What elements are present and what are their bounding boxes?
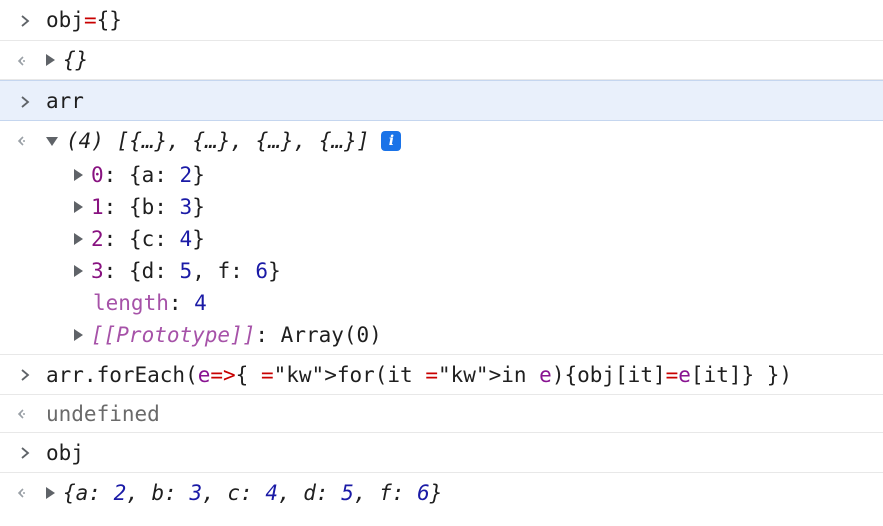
input-code: arr.forEach(e=>{ ="kw">for(it ="kw">in e… — [46, 362, 793, 387]
return-arrow-icon — [14, 41, 36, 80]
chevron-right-icon — [14, 433, 36, 473]
console-output-group: (4) [{…}, {…}, {…}, {…}] i 0: {a: 2} 1: … — [0, 121, 883, 355]
output-object[interactable]: {a: 2, b: 3, c: 4, d: 5, f: 6} — [63, 481, 442, 505]
console-output-row: {} — [0, 41, 883, 80]
return-arrow-icon — [14, 395, 36, 433]
chevron-right-icon — [14, 355, 36, 395]
triangle-right-icon[interactable] — [74, 169, 83, 181]
console-output-row: {a: 2, b: 3, c: 4, d: 5, f: 6} — [0, 473, 883, 513]
array-length: length: 4 — [93, 291, 207, 315]
input-code: obj={} — [46, 8, 122, 32]
console-panel: obj={} {} arr (4) [{…}, {…}, {…}, {…}] i… — [0, 0, 883, 513]
info-icon[interactable]: i — [381, 131, 402, 151]
item-value: {b: 3} — [128, 195, 205, 219]
input-code: obj — [46, 440, 84, 465]
chevron-right-icon — [14, 81, 36, 122]
output-undefined: undefined — [46, 401, 160, 426]
array-summary: (4) [{…}, {…}, {…}, {…}] — [66, 129, 370, 153]
array-item-2[interactable]: 2: {c: 4} — [0, 223, 883, 255]
triangle-right-icon[interactable] — [74, 329, 83, 341]
array-item-1[interactable]: 1: {b: 3} — [0, 191, 883, 223]
triangle-right-icon[interactable] — [46, 54, 55, 66]
triangle-right-icon[interactable] — [74, 233, 83, 245]
array-item-3[interactable]: 3: {d: 5, f: 6} — [0, 255, 883, 287]
triangle-right-icon[interactable] — [74, 201, 83, 213]
chevron-right-icon — [14, 0, 36, 41]
output-object[interactable]: {} — [63, 48, 88, 72]
console-input-row[interactable]: obj={} — [0, 0, 883, 41]
item-value: {a: 2} — [128, 163, 205, 187]
array-summary-row[interactable]: (4) [{…}, {…}, {…}, {…}] i — [0, 123, 883, 159]
input-code: arr — [46, 88, 84, 113]
triangle-down-icon[interactable] — [46, 136, 58, 146]
item-value: {d: 5, f: 6} — [128, 259, 281, 283]
triangle-right-icon[interactable] — [46, 487, 55, 499]
array-item-0[interactable]: 0: {a: 2} — [0, 159, 883, 191]
console-output-row: undefined — [0, 395, 883, 433]
console-input-row[interactable]: arr — [0, 80, 883, 121]
console-input-row[interactable]: arr.forEach(e=>{ ="kw">for(it ="kw">in e… — [0, 355, 883, 395]
triangle-right-icon[interactable] — [74, 265, 83, 277]
return-arrow-icon — [14, 123, 36, 159]
array-prototype[interactable]: [[Prototype]]: Array(0) — [0, 319, 883, 351]
item-value: {c: 4} — [128, 227, 205, 251]
console-input-row[interactable]: obj — [0, 433, 883, 473]
return-arrow-icon — [14, 473, 36, 513]
